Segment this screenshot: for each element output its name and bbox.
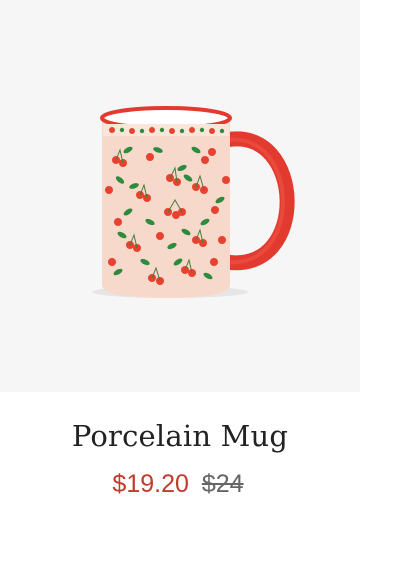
price-row: $19.20 $24 bbox=[0, 470, 356, 499]
product-card[interactable]: Porcelain Mug $19.20 $24 bbox=[0, 0, 400, 578]
mug-illustration bbox=[92, 106, 295, 298]
product-image[interactable] bbox=[0, 0, 360, 392]
sale-price: $19.20 bbox=[112, 470, 189, 498]
original-price: $24 bbox=[201, 470, 244, 498]
product-title[interactable]: Porcelain Mug bbox=[0, 419, 360, 453]
